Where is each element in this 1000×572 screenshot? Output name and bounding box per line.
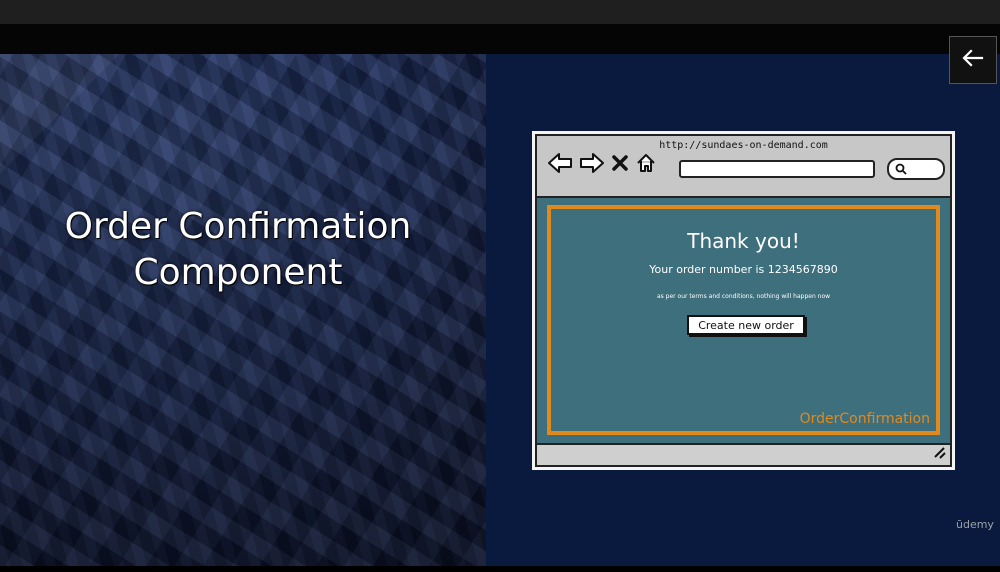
url-text: http://sundaes-on-demand.com xyxy=(659,140,828,151)
thank-you-heading: Thank you! xyxy=(687,229,800,253)
top-bar xyxy=(0,0,1000,24)
browser-mockup: http://sundaes-on-demand.com Thank you! … xyxy=(532,131,955,470)
back-button[interactable] xyxy=(949,36,997,84)
browser-statusbar xyxy=(537,443,950,465)
back-arrow-icon xyxy=(547,152,573,178)
udemy-watermark: ūdemy xyxy=(956,518,994,531)
slide-title-line2: Component xyxy=(133,252,343,293)
header-spacer xyxy=(0,24,1000,54)
resize-handle-icon xyxy=(932,444,946,463)
slide-title-line1: Order Confirmation xyxy=(64,206,412,247)
create-new-order-button[interactable]: Create new order xyxy=(687,315,805,335)
order-number-text: Your order number is 1234567890 xyxy=(649,263,838,276)
component-frame: Thank you! Your order number is 12345678… xyxy=(547,205,940,435)
browser-window: http://sundaes-on-demand.com Thank you! … xyxy=(535,134,952,467)
page-content: Thank you! Your order number is 12345678… xyxy=(537,198,950,443)
slide-left-panel xyxy=(0,54,486,566)
nav-icons xyxy=(547,153,657,177)
slide-title: Order Confirmation Component xyxy=(0,204,476,296)
home-icon xyxy=(635,152,657,178)
terms-text: as per our terms and conditions, nothing… xyxy=(656,293,831,300)
address-bar xyxy=(679,160,875,178)
search-button xyxy=(887,158,945,180)
arrow-left-icon xyxy=(962,49,984,71)
forward-arrow-icon xyxy=(579,152,605,178)
component-name-label: OrderConfirmation xyxy=(799,411,930,427)
close-x-icon xyxy=(611,153,629,177)
browser-chrome: http://sundaes-on-demand.com xyxy=(537,136,950,198)
bottom-strip xyxy=(0,566,1000,572)
